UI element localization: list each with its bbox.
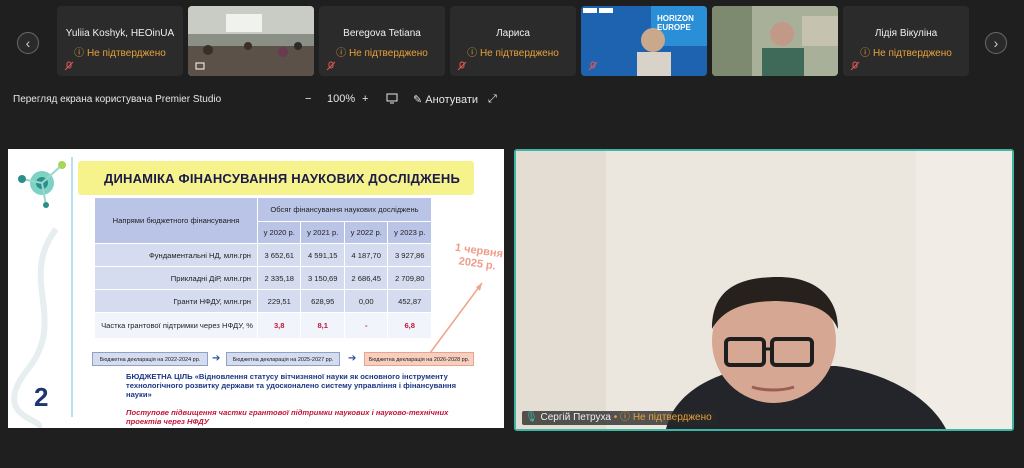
shared-slide: ДИНАМІКА ФІНАНСУВАННЯ НАУКОВИХ ДОСЛІДЖЕН… bbox=[8, 149, 504, 428]
table-row: Прикладні ДіР, млн.грн 2 335,18 3 150,69… bbox=[94, 266, 432, 290]
cell: 3 652,61 bbox=[256, 243, 302, 267]
expand-icon: ⤢ bbox=[488, 93, 497, 105]
arrow-right-icon: ➔ bbox=[348, 353, 357, 364]
cell: 452,87 bbox=[387, 289, 432, 313]
cell: 4 187,70 bbox=[343, 243, 389, 267]
year-header: у 2022 р. bbox=[343, 221, 389, 244]
screen-icon bbox=[195, 62, 205, 70]
cell: 0,00 bbox=[343, 289, 389, 313]
cell: 8,1 bbox=[300, 312, 345, 339]
zoom-in-button[interactable]: + bbox=[362, 93, 368, 105]
slide-divider bbox=[71, 157, 73, 417]
year-header: у 2020 р. bbox=[256, 221, 302, 244]
budget-goal-note: Поступове підвищення частки грантової пі… bbox=[126, 408, 449, 427]
cell: 628,95 bbox=[300, 289, 345, 313]
chevron-left-icon: ‹ bbox=[25, 35, 31, 51]
arrow-right-icon: ➔ bbox=[212, 353, 221, 364]
cell: 4 591,15 bbox=[300, 243, 345, 267]
table-header-row: Напрями бюджетного фінансування Обсяг фі… bbox=[94, 197, 432, 244]
row-label: Частка грантової підтримки через НФДУ, % bbox=[94, 312, 258, 339]
fit-screen-button[interactable] bbox=[386, 93, 398, 107]
cell: 6,8 bbox=[387, 312, 432, 339]
mic-off-icon bbox=[457, 61, 467, 71]
screen-share-toolbar: Перегляд екрана користувача Premier Stud… bbox=[0, 92, 1024, 110]
cell: 229,51 bbox=[256, 289, 302, 313]
cell: - bbox=[343, 312, 389, 339]
participant-name: Beregova Tetiana bbox=[343, 28, 421, 39]
separator: • bbox=[613, 412, 618, 423]
table-row-share: Частка грантової підтримки через НФДУ, %… bbox=[94, 312, 432, 339]
participants-strip: ‹ Yuliia Koshyk, HEOinUA ⓘ Не підтвердже… bbox=[0, 6, 1024, 78]
participant-name: Yuliia Koshyk, HEOinUA bbox=[65, 28, 175, 39]
table-row: Гранти НФДУ, млн.грн 229,51 628,95 0,00 … bbox=[94, 289, 432, 313]
pen-icon: ✎ bbox=[413, 94, 423, 106]
cell: 2 709,80 bbox=[387, 266, 432, 290]
declaration-box: Бюджетна декларація на 2025-2027 рр. bbox=[226, 352, 340, 366]
speaker-name: Сергій Петруха bbox=[540, 412, 611, 423]
budget-goal: БЮДЖЕТНА ЦІЛЬ «Відновлення статусу вітчи… bbox=[126, 372, 457, 400]
annotate-button[interactable]: ✎ Анотувати bbox=[413, 93, 478, 106]
strip-prev-button[interactable]: ‹ bbox=[17, 32, 39, 54]
speaker-video-frame bbox=[516, 151, 1012, 429]
active-speaker-video[interactable]: 🎙 Сергій Петруха • ⓘ Не підтверджено bbox=[514, 149, 1014, 431]
zoom-out-button[interactable]: − bbox=[305, 93, 311, 105]
mic-off-icon bbox=[64, 61, 74, 71]
participant-tile[interactable]: Лідія Вікуліна ⓘ Не підтверджено bbox=[843, 6, 969, 76]
callout-arrow bbox=[429, 282, 483, 354]
cell: 2 335,18 bbox=[256, 266, 302, 290]
chevron-right-icon: › bbox=[993, 35, 999, 51]
participant-status: ⓘ Не підтверджено bbox=[336, 48, 428, 59]
person-video bbox=[712, 6, 838, 76]
participant-name: Лідія Вікуліна bbox=[874, 28, 938, 39]
participant-tile[interactable]: Лариса ⓘ Не підтверджено bbox=[450, 6, 576, 76]
speaker-status: Не підтверджено bbox=[632, 412, 712, 423]
strip-next-button[interactable]: › bbox=[985, 32, 1007, 54]
participant-video-tile[interactable] bbox=[188, 6, 314, 76]
col-header-left: Напрями бюджетного фінансування bbox=[94, 197, 258, 244]
slide-title: ДИНАМІКА ФІНАНСУВАННЯ НАУКОВИХ ДОСЛІДЖЕН… bbox=[104, 171, 461, 186]
declaration-box: Бюджетна декларація на 2026-2028 рр. bbox=[364, 352, 474, 366]
share-title: Перегляд екрана користувача Premier Stud… bbox=[13, 94, 222, 105]
participant-video-tile[interactable]: HORIZON EUROPE bbox=[581, 6, 707, 76]
info-icon: ⓘ bbox=[620, 412, 631, 423]
participant-status: ⓘ Не підтверджено bbox=[74, 48, 166, 59]
participant-status: ⓘ Не підтверджено bbox=[860, 48, 952, 59]
cell: 3,8 bbox=[256, 312, 302, 339]
participant-status: ⓘ Не підтверджено bbox=[467, 48, 559, 59]
table-row: Фундаментальні НД, млн.грн 3 652,61 4 59… bbox=[94, 243, 432, 267]
year-header: у 2023 р. bbox=[387, 221, 432, 244]
year-header: у 2021 р. bbox=[300, 221, 345, 244]
cell: 2 686,45 bbox=[343, 266, 389, 290]
mic-off-icon bbox=[588, 61, 598, 71]
mic-off-icon bbox=[850, 61, 860, 71]
col-header-group: Обсяг фінансування наукових досліджень bbox=[257, 197, 432, 222]
row-label: Гранти НФДУ, млн.грн bbox=[94, 289, 258, 313]
mic-off-icon bbox=[326, 61, 336, 71]
cell: 3 150,69 bbox=[300, 266, 345, 290]
funding-table: Напрями бюджетного фінансування Обсяг фі… bbox=[94, 197, 432, 339]
participant-name: Лариса bbox=[496, 28, 530, 39]
cell: 3 927,86 bbox=[387, 243, 432, 267]
row-label: Фундаментальні НД, млн.грн bbox=[94, 243, 258, 267]
mic-icon: 🎙 bbox=[525, 412, 538, 423]
slide-number: 2 bbox=[34, 382, 49, 412]
row-label: Прикладні ДіР, млн.грн bbox=[94, 266, 258, 290]
participant-tile[interactable]: Beregova Tetiana ⓘ Не підтверджено bbox=[319, 6, 445, 76]
participant-video-tile[interactable] bbox=[712, 6, 838, 76]
meeting-window: ‹ Yuliia Koshyk, HEOinUA ⓘ Не підтвердже… bbox=[0, 0, 1024, 468]
fullscreen-button[interactable]: ⤢ bbox=[488, 93, 497, 106]
horizon-logo-text: HORIZON EUROPE bbox=[657, 14, 694, 32]
declaration-box: Бюджетна декларація на 2022-2024 рр. bbox=[92, 352, 208, 366]
room-video bbox=[188, 6, 314, 76]
screen-icon bbox=[386, 93, 398, 104]
annotate-label: Анотувати bbox=[425, 94, 479, 106]
speaker-name-tag: 🎙 Сергій Петруха • ⓘ Не підтверджено bbox=[522, 411, 717, 425]
zoom-level: 100% bbox=[327, 93, 356, 105]
date-callout: 1 червня 2025 р. bbox=[454, 241, 504, 273]
participant-tile[interactable]: Yuliia Koshyk, HEOinUA ⓘ Не підтверджено bbox=[57, 6, 183, 76]
